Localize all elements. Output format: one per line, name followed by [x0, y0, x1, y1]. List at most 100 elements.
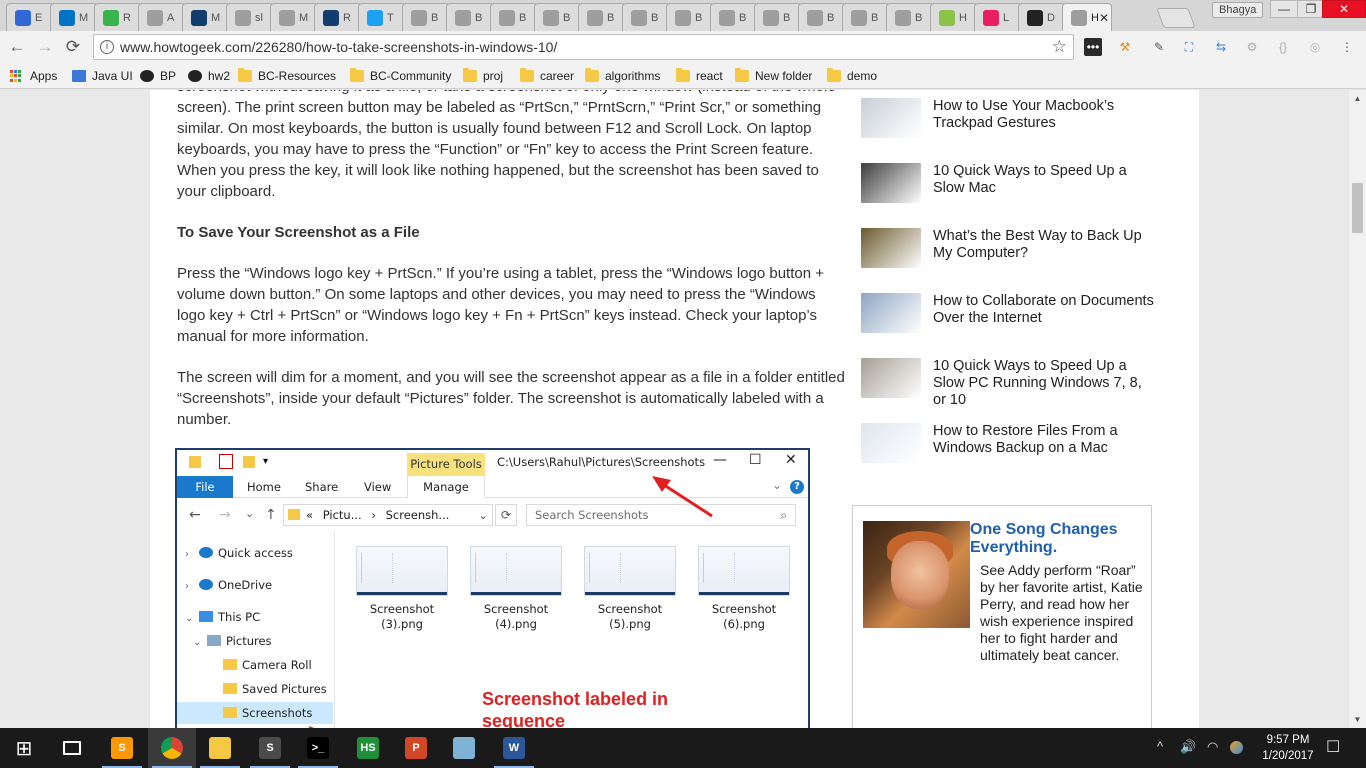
browser-tab[interactable]: B — [534, 3, 582, 31]
page-scrollbar[interactable]: ▲ ▼ — [1349, 90, 1366, 728]
tray-chevron-icon[interactable]: ^ — [1157, 739, 1163, 754]
volume-icon[interactable]: 🔊 — [1180, 739, 1196, 755]
bookmark-item[interactable]: Java UI — [72, 67, 133, 85]
related-article-thumbnail[interactable] — [861, 228, 921, 268]
related-article-thumbnail[interactable] — [861, 163, 921, 203]
tray-app-icon[interactable] — [1230, 741, 1243, 754]
browser-tab[interactable]: R — [94, 3, 142, 31]
browser-tab[interactable]: H — [930, 3, 978, 31]
taskbar-sublime-button[interactable]: S — [98, 728, 146, 768]
browser-tab[interactable]: M — [50, 3, 98, 31]
scroll-down-arrow-icon[interactable]: ▼ — [1349, 711, 1366, 728]
browser-tab[interactable]: M — [182, 3, 230, 31]
browser-tab[interactable]: sl — [226, 3, 274, 31]
wifi-icon[interactable]: ◠ — [1207, 739, 1218, 755]
info-icon[interactable]: i — [100, 40, 114, 54]
bookmark-item[interactable]: Apps — [10, 67, 57, 85]
chrome-menu-icon[interactable]: ⋮ — [1338, 38, 1356, 56]
bookmark-item[interactable]: career — [520, 67, 574, 85]
taskbar-app-ice-button[interactable] — [440, 728, 488, 768]
related-article[interactable]: How to Restore Files From a Windows Back… — [861, 423, 1161, 483]
extension-capture-icon[interactable]: ⛶ — [1180, 38, 1198, 56]
extension-eyedropper-icon[interactable]: ✎ — [1150, 38, 1168, 56]
taskbar-hotspot-button[interactable]: HS — [344, 728, 392, 768]
extension-circle-icon[interactable]: ◎ — [1306, 38, 1324, 56]
browser-tab[interactable]: R — [314, 3, 362, 31]
taskbar-terminal-button[interactable]: >_ — [294, 728, 342, 768]
related-article-title[interactable]: How to Collaborate on Documents Over the… — [933, 293, 1155, 327]
extension-menu-icon[interactable]: ••• — [1084, 38, 1102, 56]
ad-image[interactable] — [863, 521, 970, 628]
related-article-title[interactable]: 10 Quick Ways to Speed Up a Slow Mac — [933, 163, 1155, 197]
extension-json-icon[interactable]: {} — [1274, 38, 1292, 56]
related-article-title[interactable]: How to Use Your Macbook’s Trackpad Gestu… — [933, 98, 1155, 132]
taskbar-sublime-text-button[interactable]: S — [246, 728, 294, 768]
scroll-thumb[interactable] — [1352, 183, 1363, 233]
browser-tab[interactable]: E — [6, 3, 54, 31]
advertisement[interactable]: One Song Changes Everything. See Addy pe… — [852, 505, 1152, 728]
taskbar-chrome-button[interactable] — [148, 728, 196, 768]
extension-arrows-icon[interactable]: ⇆ — [1212, 38, 1230, 56]
browser-tab[interactable]: B — [446, 3, 494, 31]
browser-tab[interactable]: A — [138, 3, 186, 31]
taskbar-word-button[interactable]: W — [490, 728, 538, 768]
browser-tab[interactable]: B — [490, 3, 538, 31]
bookmark-item[interactable]: proj — [463, 67, 503, 85]
related-article-thumbnail[interactable] — [861, 423, 921, 463]
notification-center-icon[interactable]: ☐ — [1326, 737, 1340, 757]
browser-tab[interactable]: B — [754, 3, 802, 31]
scroll-up-arrow-icon[interactable]: ▲ — [1349, 90, 1366, 107]
bookmark-star-icon[interactable]: ☆ — [1052, 35, 1067, 59]
new-tab-button[interactable] — [1156, 8, 1196, 28]
browser-tab[interactable]: B — [710, 3, 758, 31]
back-button[interactable]: ← — [6, 36, 28, 58]
close-window-button[interactable]: ✕ — [1322, 0, 1366, 18]
maximize-button[interactable]: ❐ — [1297, 0, 1325, 18]
bookmark-item[interactable]: BC-Resources — [238, 67, 336, 85]
bookmark-item[interactable]: demo — [827, 67, 877, 85]
browser-tab[interactable]: B — [842, 3, 890, 31]
start-button[interactable]: ⊞ — [0, 728, 48, 768]
browser-tab[interactable]: D — [1018, 3, 1066, 31]
related-article-thumbnail[interactable] — [861, 98, 921, 138]
related-article[interactable]: What’s the Best Way to Back Up My Comput… — [861, 228, 1161, 288]
related-article[interactable]: How to Use Your Macbook’s Trackpad Gestu… — [861, 98, 1161, 158]
bookmark-item[interactable]: react — [676, 67, 723, 85]
close-tab-icon[interactable]: ✕ — [1099, 11, 1109, 25]
browser-tab[interactable]: B — [578, 3, 626, 31]
browser-tab[interactable]: B — [402, 3, 450, 31]
clock[interactable]: 9:57 PM 1/20/2017 — [1258, 732, 1318, 764]
related-article[interactable]: 10 Quick Ways to Speed Up a Slow PC Runn… — [861, 358, 1161, 418]
browser-tab[interactable]: B — [886, 3, 934, 31]
extension-hammer-icon[interactable]: ⚒ — [1116, 38, 1134, 56]
taskbar-powerpoint-button[interactable]: P — [392, 728, 440, 768]
bookmark-item[interactable]: BC-Community — [350, 67, 451, 85]
reload-button[interactable]: ⟳ — [62, 36, 84, 58]
forward-button[interactable]: → — [34, 36, 56, 58]
bookmark-item[interactable]: hw2 — [188, 67, 230, 85]
browser-tab[interactable]: B — [798, 3, 846, 31]
minimize-button[interactable]: — — [1270, 0, 1298, 18]
related-article[interactable]: How to Collaborate on Documents Over the… — [861, 293, 1161, 353]
related-article-title[interactable]: What’s the Best Way to Back Up My Comput… — [933, 228, 1155, 262]
extension-gear-icon[interactable]: ⚙ — [1243, 38, 1261, 56]
related-article-thumbnail[interactable] — [861, 358, 921, 398]
browser-tab[interactable]: T — [358, 3, 406, 31]
bookmark-item[interactable]: BP — [140, 67, 176, 85]
bookmark-item[interactable]: algorithms — [585, 67, 660, 85]
browser-tab[interactable]: H ✕ — [1062, 3, 1112, 31]
related-article[interactable]: 10 Quick Ways to Speed Up a Slow Mac — [861, 163, 1161, 223]
taskbar-file-explorer-button[interactable] — [196, 728, 244, 768]
browser-tab[interactable]: B — [666, 3, 714, 31]
browser-tab[interactable]: B — [622, 3, 670, 31]
taskbar-task-view-button[interactable] — [48, 728, 96, 768]
browser-tab[interactable]: M — [270, 3, 318, 31]
address-bar[interactable]: i www.howtogeek.com/226280/how-to-take-s… — [93, 34, 1074, 60]
browser-tab[interactable]: L — [974, 3, 1022, 31]
related-article-title[interactable]: 10 Quick Ways to Speed Up a Slow PC Runn… — [933, 358, 1155, 409]
related-article-title[interactable]: How to Restore Files From a Windows Back… — [933, 423, 1155, 457]
bookmark-item[interactable]: New folder — [735, 67, 812, 85]
ad-title[interactable]: One Song Changes Everything. — [970, 521, 1150, 557]
related-article-thumbnail[interactable] — [861, 293, 921, 333]
profile-button[interactable]: Bhagya — [1212, 2, 1264, 18]
